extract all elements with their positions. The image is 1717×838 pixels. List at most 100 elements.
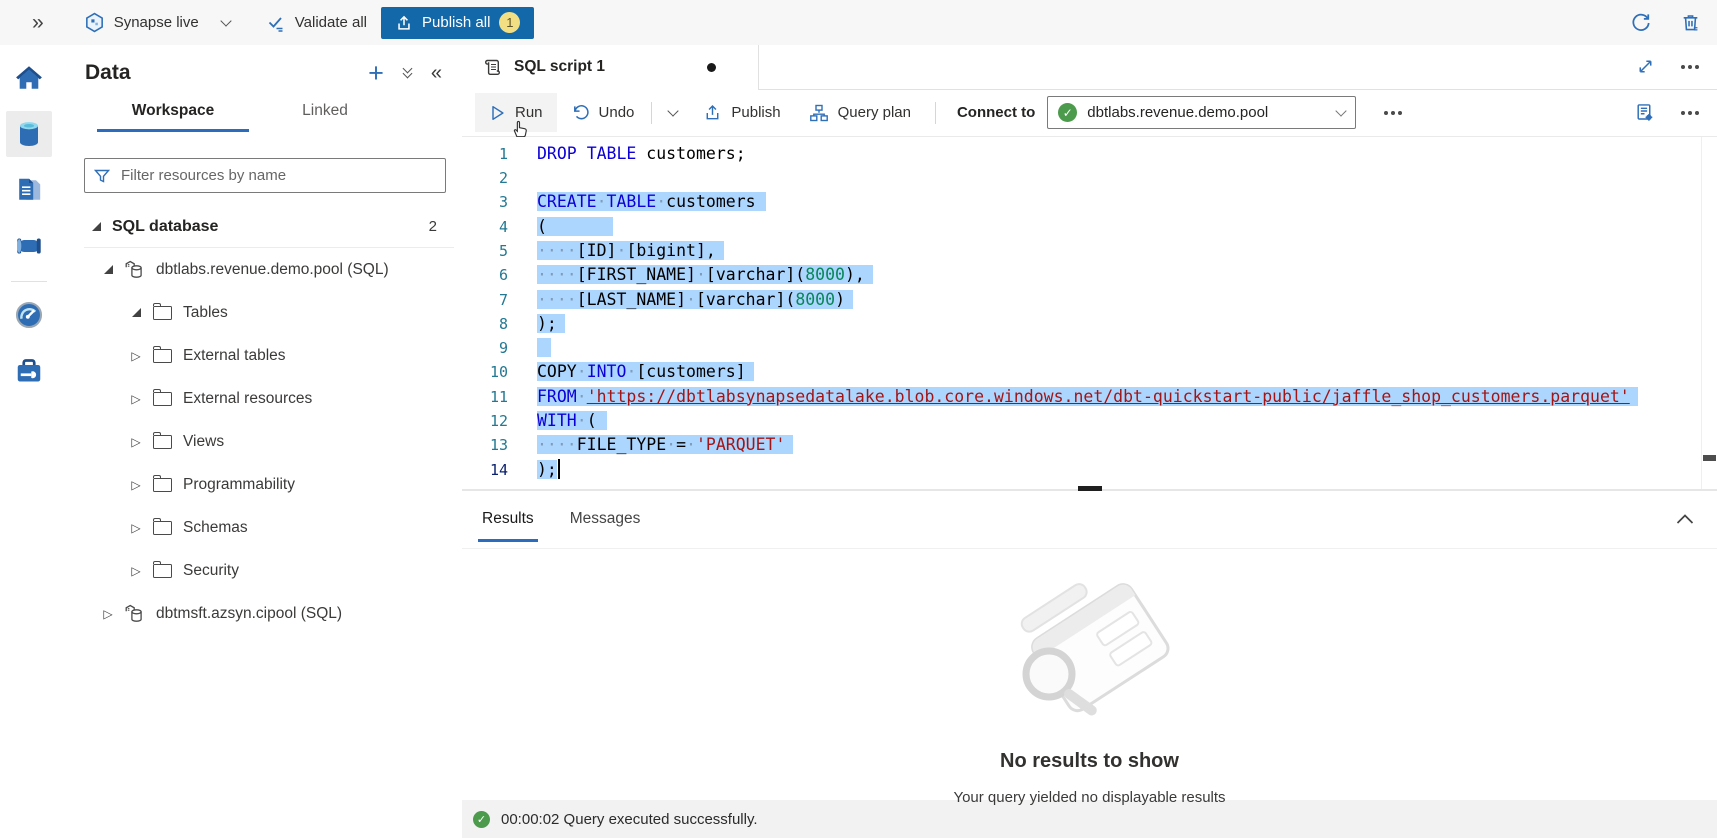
- tree-item[interactable]: ▷ Schemas: [58, 506, 462, 549]
- more-actions-chevrons-icon[interactable]: [404, 69, 411, 77]
- tree-item[interactable]: SQL database2: [58, 205, 462, 248]
- code-line[interactable]: 14);: [462, 458, 1697, 482]
- collapsed-triangle-icon[interactable]: ▷: [128, 478, 144, 492]
- collapsed-triangle-icon[interactable]: ▷: [100, 607, 116, 621]
- expand-rail-icon[interactable]: »: [32, 12, 44, 33]
- collapsed-triangle-icon[interactable]: ▷: [128, 521, 144, 535]
- code-text[interactable]: ····[ID]·[bigint],: [537, 239, 724, 263]
- expanded-triangle-icon[interactable]: [88, 222, 104, 231]
- add-resource-button[interactable]: +: [368, 63, 384, 83]
- code-line[interactable]: 12WITH·(: [462, 409, 1697, 433]
- run-options-chevron[interactable]: [659, 93, 687, 132]
- filter-input[interactable]: [119, 166, 436, 185]
- code-text[interactable]: WITH·(: [537, 409, 607, 433]
- code-line[interactable]: 4(: [462, 215, 1697, 239]
- collapse-results-chevron-icon[interactable]: [1675, 512, 1695, 526]
- nav-manage-button[interactable]: [6, 348, 52, 394]
- top-command-bar: » Synapse live Validate all Publish all …: [0, 0, 1717, 46]
- collapsed-triangle-icon[interactable]: ▷: [128, 435, 144, 449]
- nav-develop-button[interactable]: [6, 167, 52, 213]
- cursor-position-mark: [1703, 455, 1716, 461]
- collapsed-triangle-icon[interactable]: ▷: [128, 392, 144, 406]
- status-success-check-icon: ✓: [473, 811, 490, 828]
- line-number: 1: [462, 142, 508, 166]
- code-line[interactable]: 10COPY·INTO·[customers]: [462, 360, 1697, 384]
- nav-home-button[interactable]: [6, 55, 52, 101]
- expanded-triangle-icon[interactable]: [128, 308, 144, 317]
- tree-item[interactable]: dbtlabs.revenue.demo.pool (SQL): [58, 248, 462, 291]
- publish-all-button[interactable]: Publish all 1: [381, 7, 534, 39]
- undo-label: Undo: [599, 104, 635, 121]
- tab-messages[interactable]: Messages: [566, 496, 645, 542]
- expand-editor-icon[interactable]: [1636, 57, 1655, 76]
- code-line[interactable]: 13····FILE_TYPE·=·'PARQUET': [462, 433, 1697, 457]
- tree-item-count: 2: [429, 218, 462, 235]
- code-line[interactable]: 9: [462, 336, 1697, 360]
- tree-item[interactable]: ▷dbtmsft.azsyn.cipool (SQL): [58, 592, 462, 635]
- editor-more-actions-icon[interactable]: [1681, 111, 1685, 115]
- code-text[interactable]: [537, 336, 551, 360]
- undo-button[interactable]: Undo: [561, 93, 645, 132]
- tree-item[interactable]: ▷Programmability: [58, 463, 462, 506]
- collapsed-triangle-icon[interactable]: ▷: [128, 564, 144, 578]
- tab-more-actions-icon[interactable]: [1681, 65, 1685, 69]
- tree-item[interactable]: ▷External resources: [58, 377, 462, 420]
- expanded-triangle-icon[interactable]: [100, 265, 116, 274]
- code-text[interactable]: COPY·INTO·[customers]: [537, 360, 754, 384]
- collapse-panel-icon[interactable]: «: [431, 63, 442, 83]
- code-text[interactable]: );: [537, 458, 560, 482]
- code-line[interactable]: 11FROM·'https://dbtlabsynapsedatalake.bl…: [462, 385, 1697, 409]
- code-line[interactable]: 8);: [462, 312, 1697, 336]
- tree-item[interactable]: Tables: [58, 291, 462, 334]
- tree-item[interactable]: ▷External tables: [58, 334, 462, 377]
- code-line[interactable]: 2: [462, 166, 1697, 190]
- results-panel: Results Messages: [462, 491, 1717, 800]
- tab-linked[interactable]: Linked: [249, 95, 401, 132]
- collapsed-triangle-icon[interactable]: ▷: [128, 349, 144, 363]
- tree-item[interactable]: ▷Views: [58, 420, 462, 463]
- code-text[interactable]: CREATE·TABLE·customers: [537, 190, 766, 214]
- tab-sql-script-1[interactable]: SQL script 1: [462, 45, 759, 90]
- code-text[interactable]: ····[LAST_NAME]·[varchar](8000): [537, 288, 853, 312]
- code-line[interactable]: 3CREATE·TABLE·customers: [462, 190, 1697, 214]
- code-text[interactable]: DROP TABLE customers;: [537, 142, 746, 166]
- code-line[interactable]: 7 ····[LAST_NAME]·[varchar](8000): [462, 288, 1697, 312]
- pool-dropdown[interactable]: ✓ dbtlabs.revenue.demo.pool: [1047, 96, 1356, 129]
- sql-pool-icon: [123, 604, 145, 624]
- synapse-live-selector[interactable]: Synapse live: [84, 12, 230, 33]
- text-cursor: [558, 459, 560, 479]
- properties-icon[interactable]: [1634, 102, 1655, 123]
- monitor-gauge-icon: [14, 300, 44, 330]
- code-text[interactable]: ····[FIRST_NAME]·[varchar](8000),: [537, 263, 873, 287]
- nav-integrate-button[interactable]: [6, 223, 52, 269]
- tree-item-label: dbtlabs.revenue.demo.pool (SQL): [156, 261, 389, 279]
- code-text[interactable]: FROM·'https://dbtlabsynapsedatalake.blob…: [537, 385, 1638, 409]
- empty-state-subtitle: Your query yielded no displayable result…: [953, 789, 1225, 806]
- line-number: 7: [462, 288, 508, 312]
- unsaved-changes-dot: [707, 63, 716, 72]
- tree-item[interactable]: ▷Security: [58, 549, 462, 592]
- code-text[interactable]: );: [537, 312, 565, 336]
- code-line[interactable]: 5····[ID]·[bigint],: [462, 239, 1697, 263]
- toolbar-more-icon[interactable]: [1384, 111, 1388, 115]
- code-text[interactable]: ····FILE_TYPE·=·'PARQUET': [537, 433, 793, 457]
- tree-item-label: Schemas: [183, 519, 248, 537]
- publish-label: Publish: [731, 104, 780, 121]
- tab-results[interactable]: Results: [478, 496, 538, 542]
- tab-workspace[interactable]: Workspace: [97, 95, 249, 132]
- discard-trash-icon[interactable]: [1680, 12, 1701, 33]
- refresh-icon[interactable]: [1630, 12, 1652, 34]
- publish-button[interactable]: Publish: [693, 93, 790, 132]
- query-plan-icon: [809, 103, 829, 123]
- validate-all-button[interactable]: Validate all: [266, 13, 367, 33]
- query-plan-button[interactable]: Query plan: [799, 93, 921, 132]
- code-line[interactable]: 1 DROP TABLE customers;: [462, 142, 1697, 166]
- code-editor[interactable]: 1 DROP TABLE customers;23CREATE·TABLE·cus…: [462, 137, 1717, 489]
- code-line[interactable]: 6····[FIRST_NAME]·[varchar](8000),: [462, 263, 1697, 287]
- script-toolbar: Run Undo Publish: [462, 90, 1717, 137]
- overview-ruler[interactable]: [1701, 137, 1717, 489]
- nav-monitor-button[interactable]: [6, 292, 52, 338]
- run-button[interactable]: Run: [475, 93, 557, 132]
- nav-data-button[interactable]: [6, 111, 52, 157]
- code-text[interactable]: (: [537, 215, 613, 239]
